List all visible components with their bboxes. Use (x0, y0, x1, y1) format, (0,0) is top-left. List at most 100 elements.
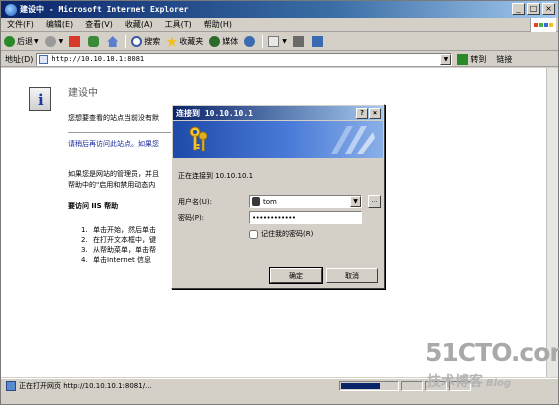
page-heading: 要访问 IIS 帮助 (68, 202, 119, 210)
list-item: 4. 单击Internet 信息 (81, 256, 152, 264)
window-title: 建设中 - Microsoft Internet Explorer (20, 5, 189, 14)
address-bar: 地址(D) ▼ 转到 链接 (1, 52, 558, 67)
address-field: ▼ (36, 52, 453, 66)
back-label: 后退 (17, 37, 33, 46)
menu-help[interactable]: 帮助(H) (198, 19, 238, 30)
progress-fill (341, 382, 380, 389)
divider (68, 132, 178, 133)
username-combo: ▼ (249, 195, 362, 208)
menu-file[interactable]: 文件(F) (1, 19, 40, 30)
tool-bar: 后退 ▼ ▼ 搜索 收藏夹 媒体 ▼ (1, 33, 558, 51)
page-icon (39, 54, 49, 64)
title-bar: 建设中 - Microsoft Internet Explorer _ □ × (1, 1, 558, 18)
menu-bar: 文件(F) 编辑(E) 查看(V) 收藏(A) 工具(T) 帮助(H) (1, 18, 558, 32)
close-button[interactable]: × (542, 3, 555, 15)
keys-icon (189, 126, 208, 152)
media-button[interactable]: 媒体 (206, 34, 241, 50)
stop-button[interactable] (66, 34, 85, 50)
search-button[interactable]: 搜索 (128, 34, 163, 50)
dialog-controls: ? × (356, 108, 381, 119)
dialog-title: 连接到 10.10.10.1 (176, 108, 253, 118)
password-field (249, 211, 362, 224)
page-paragraph: 如果您是网站的管理员，并且 帮助中的"启用和禁用动态内 (68, 169, 159, 191)
page-paragraph: 您想要查看的站点当前没有默 (68, 114, 159, 122)
ie-app-icon (5, 3, 17, 16)
minimize-button[interactable]: _ (512, 3, 525, 15)
username-dropdown-button[interactable]: ▼ (350, 196, 361, 207)
toolbar-separator (262, 35, 264, 48)
menu-view[interactable]: 查看(V) (79, 19, 119, 30)
remember-password-checkbox[interactable] (249, 229, 258, 239)
username-input[interactable] (263, 197, 347, 206)
cancel-button[interactable]: 取消 (326, 268, 378, 283)
edit-button[interactable] (309, 34, 328, 50)
search-label: 搜索 (144, 37, 161, 46)
back-button[interactable]: 后退 ▼ (1, 34, 42, 50)
page-paragraph-line: 帮助中的"启用和禁用动态内 (68, 181, 156, 189)
favorites-button[interactable]: 收藏夹 (163, 34, 206, 50)
status-cell (425, 380, 447, 391)
menu-favorites[interactable]: 收藏(A) (119, 19, 159, 30)
chevron-down-icon: ▼ (282, 38, 287, 45)
username-label: 用户名(U): (178, 198, 212, 206)
stop-icon (69, 36, 81, 47)
menu-tools[interactable]: 工具(T) (159, 19, 198, 30)
list-item: 1. 单击开始，然后单击 (81, 226, 156, 234)
list-item: 3. 从帮助菜单，单击帮 (81, 246, 156, 254)
banner-decoration (331, 126, 375, 154)
browse-button[interactable]: ... (368, 195, 381, 208)
connect-dialog: 连接到 10.10.10.1 ? × 正在连接到 10.10.10.1 用户名(… (171, 104, 385, 289)
status-cell (449, 380, 471, 391)
star-icon (166, 36, 178, 47)
home-icon (107, 36, 119, 47)
dialog-close-button[interactable]: × (369, 108, 381, 119)
edit-icon (311, 36, 323, 47)
mail-button[interactable]: ▼ (265, 34, 290, 50)
history-button[interactable] (241, 34, 260, 50)
page-paragraph-line: 如果您是网站的管理员，并且 (68, 170, 159, 178)
status-text: 正在打开网页 http://10.10.10.1:8081/... (19, 381, 152, 390)
search-icon (131, 36, 143, 47)
chevron-down-icon: ▼ (58, 38, 64, 45)
password-label: 密码(P): (178, 214, 205, 222)
password-input[interactable] (252, 213, 358, 222)
address-input[interactable] (51, 55, 432, 63)
page-paragraph: 请稍后再访问此站点。如果您 (68, 140, 159, 148)
remember-password-label: 记住我的密码(R) (261, 230, 314, 238)
connecting-text: 正在连接到 10.10.10.1 (178, 172, 254, 180)
mail-icon (268, 36, 280, 47)
address-dropdown-button[interactable]: ▼ (440, 53, 452, 65)
forward-arrow-icon (44, 36, 56, 47)
refresh-button[interactable] (85, 34, 104, 50)
refresh-icon (88, 36, 100, 47)
page-title: 建设中 (68, 88, 98, 99)
links-button[interactable]: 链接 (496, 54, 512, 65)
forward-button[interactable]: ▼ (42, 34, 67, 50)
remember-password-option[interactable]: 记住我的密码(R) (249, 229, 313, 239)
print-button[interactable] (290, 34, 309, 50)
dialog-help-button[interactable]: ? (356, 108, 368, 119)
window-controls: _ □ × (512, 3, 555, 15)
windows-logo-icon (530, 18, 556, 32)
list-item: 2. 在打开文本框中，键 (81, 236, 156, 244)
maximize-button[interactable]: □ (527, 3, 540, 15)
address-label: 地址(D) (5, 54, 34, 64)
home-button[interactable] (104, 34, 123, 50)
status-bar: 正在打开网页 http://10.10.10.1:8081/... (1, 378, 558, 392)
page-loading-icon (6, 380, 16, 391)
toolbar-separator (125, 35, 127, 48)
status-progress-bar (339, 380, 399, 391)
vertical-scrollbar[interactable] (546, 68, 558, 377)
user-icon (252, 197, 260, 206)
go-button[interactable]: 转到 (457, 53, 487, 65)
dialog-title-bar: 连接到 10.10.10.1 ? × (173, 106, 383, 120)
ok-button[interactable]: 确定 (270, 268, 322, 283)
status-cell (401, 380, 423, 391)
favorites-label: 收藏夹 (179, 37, 204, 46)
dialog-banner (173, 121, 383, 158)
help-steps-list: 1. 单击开始，然后单击 2. 在打开文本框中，键 3. 从帮助菜单，单击帮 4. 单击… (81, 225, 156, 265)
go-arrow-icon (457, 53, 469, 65)
menu-edit[interactable]: 编辑(E) (40, 19, 79, 30)
ie-window: 建设中 - Microsoft Internet Explorer _ □ × … (0, 0, 559, 405)
go-label: 转到 (470, 54, 487, 64)
